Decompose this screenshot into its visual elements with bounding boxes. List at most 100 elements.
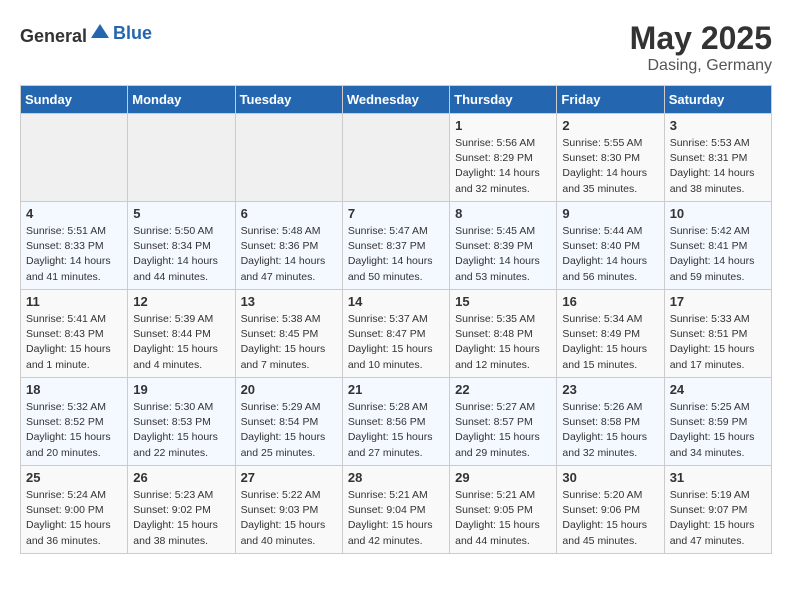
day-info: Sunrise: 5:21 AMSunset: 9:04 PMDaylight:… <box>348 488 444 549</box>
day-number: 25 <box>26 470 122 485</box>
weekday-header: Friday <box>557 86 664 114</box>
day-number: 13 <box>241 294 337 309</box>
calendar-cell: 2 Sunrise: 5:55 AMSunset: 8:30 PMDaylight… <box>557 114 664 202</box>
day-info: Sunrise: 5:55 AMSunset: 8:30 PMDaylight:… <box>562 136 658 197</box>
day-number: 17 <box>670 294 766 309</box>
month-title: May 2025 <box>630 20 772 57</box>
day-info: Sunrise: 5:30 AMSunset: 8:53 PMDaylight:… <box>133 400 229 461</box>
day-info: Sunrise: 5:20 AMSunset: 9:06 PMDaylight:… <box>562 488 658 549</box>
day-info: Sunrise: 5:25 AMSunset: 8:59 PMDaylight:… <box>670 400 766 461</box>
weekday-header: Sunday <box>21 86 128 114</box>
day-info: Sunrise: 5:56 AMSunset: 8:29 PMDaylight:… <box>455 136 551 197</box>
day-info: Sunrise: 5:48 AMSunset: 8:36 PMDaylight:… <box>241 224 337 285</box>
day-info: Sunrise: 5:38 AMSunset: 8:45 PMDaylight:… <box>241 312 337 373</box>
title-area: May 2025 Dasing, Germany <box>630 20 772 75</box>
day-info: Sunrise: 5:34 AMSunset: 8:49 PMDaylight:… <box>562 312 658 373</box>
logo-icon <box>89 20 111 42</box>
day-info: Sunrise: 5:19 AMSunset: 9:07 PMDaylight:… <box>670 488 766 549</box>
day-number: 23 <box>562 382 658 397</box>
day-info: Sunrise: 5:39 AMSunset: 8:44 PMDaylight:… <box>133 312 229 373</box>
calendar-cell: 28 Sunrise: 5:21 AMSunset: 9:04 PMDayligh… <box>342 466 449 554</box>
day-info: Sunrise: 5:33 AMSunset: 8:51 PMDaylight:… <box>670 312 766 373</box>
day-number: 8 <box>455 206 551 221</box>
calendar-cell: 3Sunrise: 5:53 AMSunset: 8:31 PMDaylight… <box>664 114 771 202</box>
calendar-cell: 16 Sunrise: 5:34 AMSunset: 8:49 PMDayligh… <box>557 290 664 378</box>
day-number: 6 <box>241 206 337 221</box>
calendar-cell: 31 Sunrise: 5:19 AMSunset: 9:07 PMDayligh… <box>664 466 771 554</box>
calendar-cell: 30 Sunrise: 5:20 AMSunset: 9:06 PMDayligh… <box>557 466 664 554</box>
day-number: 28 <box>348 470 444 485</box>
day-info: Sunrise: 5:22 AMSunset: 9:03 PMDaylight:… <box>241 488 337 549</box>
day-number: 7 <box>348 206 444 221</box>
day-info: Sunrise: 5:28 AMSunset: 8:56 PMDaylight:… <box>348 400 444 461</box>
day-number: 31 <box>670 470 766 485</box>
day-number: 2 <box>562 118 658 133</box>
day-number: 3 <box>670 118 766 133</box>
calendar-cell: 25Sunrise: 5:24 AMSunset: 9:00 PMDayligh… <box>21 466 128 554</box>
day-number: 14 <box>348 294 444 309</box>
calendar-cell: 18 Sunrise: 5:32 AMSunset: 8:52 PMDayligh… <box>21 378 128 466</box>
weekday-header: Saturday <box>664 86 771 114</box>
day-info: Sunrise: 5:42 AMSunset: 8:41 PMDaylight:… <box>670 224 766 285</box>
day-number: 4 <box>26 206 122 221</box>
day-number: 1 <box>455 118 551 133</box>
calendar-cell <box>342 114 449 202</box>
calendar-cell <box>21 114 128 202</box>
calendar-cell: 12 Sunrise: 5:39 AMSunset: 8:44 PMDayligh… <box>128 290 235 378</box>
calendar-cell: 7 Sunrise: 5:47 AMSunset: 8:37 PMDaylight… <box>342 202 449 290</box>
calendar-cell: 17 Sunrise: 5:33 AMSunset: 8:51 PMDayligh… <box>664 290 771 378</box>
calendar-cell <box>235 114 342 202</box>
day-number: 11 <box>26 294 122 309</box>
calendar-table: SundayMondayTuesdayWednesdayThursdayFrid… <box>20 85 772 554</box>
calendar-cell: 27 Sunrise: 5:22 AMSunset: 9:03 PMDayligh… <box>235 466 342 554</box>
day-info: Sunrise: 5:47 AMSunset: 8:37 PMDaylight:… <box>348 224 444 285</box>
calendar-week-row: 25Sunrise: 5:24 AMSunset: 9:00 PMDayligh… <box>21 466 772 554</box>
day-number: 19 <box>133 382 229 397</box>
day-number: 18 <box>26 382 122 397</box>
day-number: 12 <box>133 294 229 309</box>
calendar-cell <box>128 114 235 202</box>
logo-general: General <box>20 26 87 46</box>
calendar-cell: 26Sunrise: 5:23 AMSunset: 9:02 PMDayligh… <box>128 466 235 554</box>
calendar-cell: 22Sunrise: 5:27 AMSunset: 8:57 PMDayligh… <box>450 378 557 466</box>
weekday-header: Monday <box>128 86 235 114</box>
calendar-cell: 13 Sunrise: 5:38 AMSunset: 8:45 PMDayligh… <box>235 290 342 378</box>
logo-blue-text: Blue <box>113 23 152 44</box>
day-number: 30 <box>562 470 658 485</box>
day-number: 5 <box>133 206 229 221</box>
calendar-cell: 23Sunrise: 5:26 AMSunset: 8:58 PMDayligh… <box>557 378 664 466</box>
calendar-cell: 24 Sunrise: 5:25 AMSunset: 8:59 PMDayligh… <box>664 378 771 466</box>
calendar-cell: 15Sunrise: 5:35 AMSunset: 8:48 PMDayligh… <box>450 290 557 378</box>
day-info: Sunrise: 5:21 AMSunset: 9:05 PMDaylight:… <box>455 488 551 549</box>
day-info: Sunrise: 5:32 AMSunset: 8:52 PMDaylight:… <box>26 400 122 461</box>
weekday-header: Wednesday <box>342 86 449 114</box>
calendar-cell: 5 Sunrise: 5:50 AMSunset: 8:34 PMDaylight… <box>128 202 235 290</box>
day-info: Sunrise: 5:37 AMSunset: 8:47 PMDaylight:… <box>348 312 444 373</box>
calendar-cell: 29 Sunrise: 5:21 AMSunset: 9:05 PMDayligh… <box>450 466 557 554</box>
day-number: 24 <box>670 382 766 397</box>
day-info: Sunrise: 5:27 AMSunset: 8:57 PMDaylight:… <box>455 400 551 461</box>
header-row: SundayMondayTuesdayWednesdayThursdayFrid… <box>21 86 772 114</box>
calendar-cell: 10Sunrise: 5:42 AMSunset: 8:41 PMDayligh… <box>664 202 771 290</box>
day-number: 20 <box>241 382 337 397</box>
calendar-cell: 1 Sunrise: 5:56 AMSunset: 8:29 PMDaylight… <box>450 114 557 202</box>
calendar-cell: 20Sunrise: 5:29 AMSunset: 8:54 PMDayligh… <box>235 378 342 466</box>
day-info: Sunrise: 5:35 AMSunset: 8:48 PMDaylight:… <box>455 312 551 373</box>
day-number: 16 <box>562 294 658 309</box>
calendar-cell: 11Sunrise: 5:41 AMSunset: 8:43 PMDayligh… <box>21 290 128 378</box>
day-number: 26 <box>133 470 229 485</box>
calendar-cell: 14 Sunrise: 5:37 AMSunset: 8:47 PMDayligh… <box>342 290 449 378</box>
calendar-cell: 19 Sunrise: 5:30 AMSunset: 8:53 PMDayligh… <box>128 378 235 466</box>
day-number: 21 <box>348 382 444 397</box>
day-number: 27 <box>241 470 337 485</box>
day-info: Sunrise: 5:45 AMSunset: 8:39 PMDaylight:… <box>455 224 551 285</box>
logo-text: General <box>20 20 111 47</box>
day-number: 29 <box>455 470 551 485</box>
calendar-week-row: 1 Sunrise: 5:56 AMSunset: 8:29 PMDaylight… <box>21 114 772 202</box>
logo: General Blue <box>20 20 152 47</box>
calendar-cell: 8 Sunrise: 5:45 AMSunset: 8:39 PMDaylight… <box>450 202 557 290</box>
calendar-cell: 9Sunrise: 5:44 AMSunset: 8:40 PMDaylight… <box>557 202 664 290</box>
day-info: Sunrise: 5:50 AMSunset: 8:34 PMDaylight:… <box>133 224 229 285</box>
calendar-cell: 4Sunrise: 5:51 AMSunset: 8:33 PMDaylight… <box>21 202 128 290</box>
calendar-week-row: 18 Sunrise: 5:32 AMSunset: 8:52 PMDayligh… <box>21 378 772 466</box>
